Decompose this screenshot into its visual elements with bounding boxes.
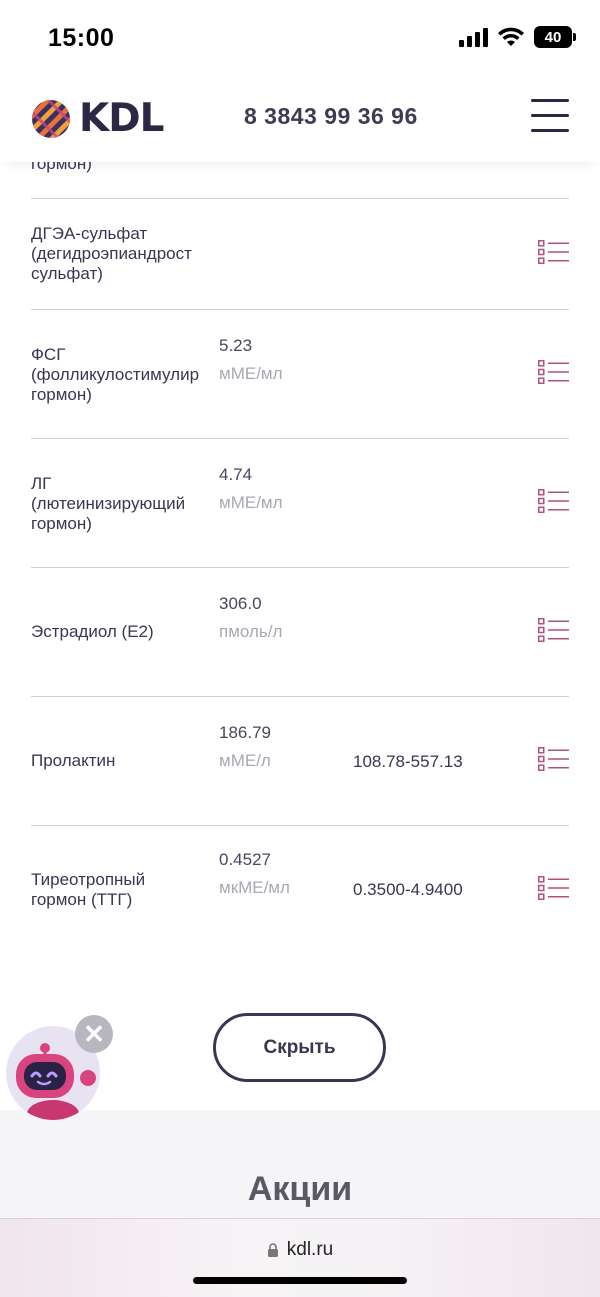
analyte-name: Эстрадиол (Е2) [31, 622, 154, 641]
wifi-icon [498, 27, 524, 46]
details-list-icon[interactable] [538, 618, 569, 642]
analyte-name: Тиреотропный гормон (ТТГ) [31, 870, 146, 909]
result-row: Тиреотропный гормон (ТТГ) 0.4527 мкМЕ/мл… [31, 826, 569, 955]
result-value: 4.74 [219, 465, 253, 484]
result-row: ЛГ (лютеинизирующий гормон) 4.74 мМЕ/мл [31, 439, 569, 568]
result-unit: пмоль/л [219, 622, 283, 641]
signal-icon [459, 27, 488, 47]
result-unit: мМЕ/мл [219, 364, 283, 383]
reference-range: 108.78-557.13 [353, 752, 463, 771]
hamburger-line [531, 129, 569, 132]
hide-button[interactable]: Скрыть [213, 1013, 386, 1082]
hamburger-line [531, 99, 569, 102]
result-value: 0.4527 [219, 850, 271, 869]
status-time: 15:00 [48, 24, 115, 52]
result-value: 186.79 [219, 723, 271, 742]
browser-url-bar[interactable]: kdl.ru [0, 1218, 600, 1297]
analyte-name: Пролактин [31, 751, 116, 770]
logo-mark-icon [32, 99, 70, 138]
lock-icon [267, 1243, 278, 1257]
analyte-name: ФСГ (фолликулостимулир гормон) [31, 345, 200, 404]
result-unit: мМЕ/мл [219, 493, 283, 512]
details-list-icon[interactable] [538, 489, 569, 513]
url-text: kdl.ru [286, 1239, 334, 1260]
result-unit: мкМЕ/мл [219, 878, 290, 897]
analyte-name: ЛГ (лютеинизирующий гормон) [31, 474, 186, 533]
reference-range: 0.3500-4.9400 [353, 880, 463, 899]
menu-button[interactable] [531, 99, 569, 132]
home-indicator[interactable] [193, 1277, 407, 1284]
analyte-name: ДГЭА-сульфат (дегидроэпиандрост сульфат) [31, 224, 192, 283]
phone-link[interactable]: 8 3843 99 36 96 [244, 103, 418, 130]
status-icons: 40 [459, 26, 576, 48]
status-bar: 15:00 40 [0, 0, 600, 72]
result-row: ФСГ (фолликулостимулир гормон) 5.23 мМЕ/… [31, 310, 569, 439]
battery-icon: 40 [534, 26, 576, 48]
kdl-logo[interactable]: KDL [31, 96, 164, 141]
result-row: ДГЭА-сульфат (дегидроэпиандрост сульфат) [31, 199, 569, 310]
promo-title: Акции [247, 1170, 353, 1208]
details-list-icon[interactable] [538, 747, 569, 771]
hamburger-line [531, 114, 569, 117]
result-value: 5.23 [219, 336, 253, 355]
result-value: 306.0 [219, 594, 262, 613]
result-row: Эстрадиол (Е2) 306.0 пмоль/л [31, 568, 569, 697]
promo-section: Акции [0, 1110, 600, 1220]
logo-text: KDL [79, 96, 164, 141]
result-unit: мМЕ/л [219, 751, 271, 770]
details-list-icon[interactable] [538, 876, 569, 900]
result-row: Пролактин 186.79 мМЕ/л 108.78-557.13 [31, 697, 569, 826]
site-header: KDL 8 3843 99 36 96 [0, 72, 600, 162]
close-bot-button[interactable]: ✕ [75, 1015, 113, 1053]
details-list-icon[interactable] [538, 360, 569, 384]
details-list-icon[interactable] [538, 240, 569, 264]
url-display[interactable]: kdl.ru [0, 1239, 600, 1261]
